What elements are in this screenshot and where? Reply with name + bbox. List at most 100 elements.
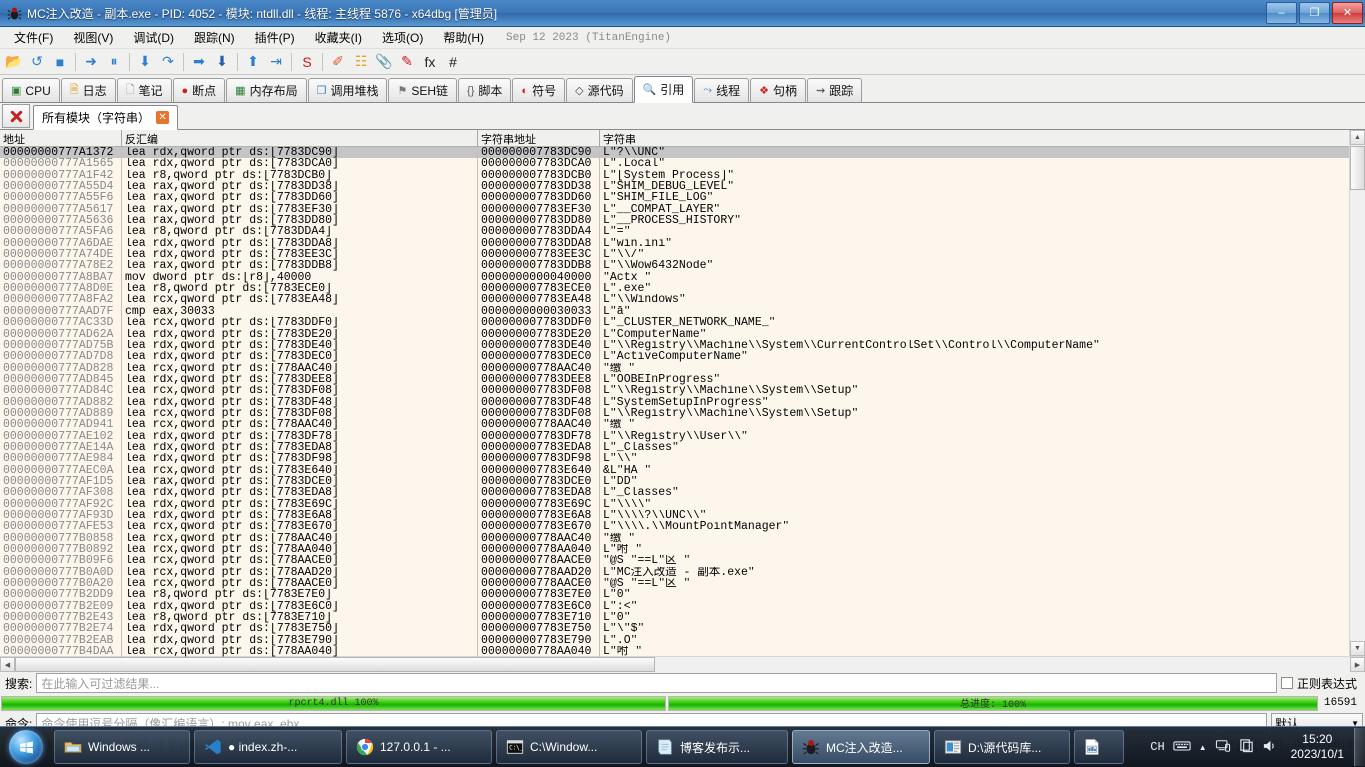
menu-options[interactable]: 选项(O) [372,27,433,48]
tab-source[interactable]: ◇源代码 [566,78,632,102]
step-over-icon[interactable]: ↷ [157,51,179,72]
close-icon[interactable]: ✕ [156,111,169,124]
show-hidden-icons-icon[interactable]: ▲ [1199,743,1207,752]
close-all-tabs-button[interactable] [2,104,30,128]
table-row[interactable]: 00000000777B2E74lea rdx,qword ptr ds:[77… [0,623,1350,634]
table-row[interactable]: 00000000777B0892lea rcx,qword ptr ds:[77… [0,544,1350,555]
table-row[interactable]: 00000000777B2E09lea rdx,qword ptr ds:[77… [0,601,1350,612]
table-row[interactable]: 00000000777A5617lea rax,qword ptr ds:[77… [0,204,1350,215]
table-row[interactable]: 00000000777A78E2lea rax,qword ptr ds:[77… [0,260,1350,271]
table-row[interactable]: 00000000777AD845lea rdx,qword ptr ds:[77… [0,374,1350,385]
reference-tab-all-modules-strings[interactable]: 所有模块（字符串） ✕ [33,105,178,130]
table-row[interactable]: 00000000777AAD7Fcmp eax,3003300000000000… [0,306,1350,317]
tab-handles[interactable]: ❖句柄 [750,78,806,102]
table-row[interactable]: 00000000777B2DD9lea r8,qword ptr ds:[778… [0,589,1350,600]
column-header-str[interactable]: 字符串 [600,130,1350,146]
table-row[interactable]: 00000000777B2EABlea rdx,qword ptr ds:[77… [0,635,1350,646]
table-row[interactable]: 00000000777A5636lea rax,qword ptr ds:[77… [0,215,1350,226]
table-row[interactable]: 00000000777AD941lea rcx,qword ptr ds:[77… [0,419,1350,430]
table-row[interactable]: 00000000777AE102lea rdx,qword ptr ds:[77… [0,431,1350,442]
tab-notes[interactable]: 🗋笔记 [117,78,172,102]
run-to-user-icon[interactable]: ⇥ [265,51,287,72]
hash-icon[interactable]: # [442,51,464,72]
stop-icon[interactable]: ■ [49,51,71,72]
step-into-icon[interactable]: ⬇ [134,51,156,72]
taskbar-item-explorer[interactable]: Windows ... [54,730,190,764]
action-center-icon[interactable] [1239,738,1254,756]
tab-symbols[interactable]: ◐符号 [512,78,565,102]
attach-icon[interactable]: 📎 [373,51,395,72]
table-row[interactable]: 00000000777AE14Alea rdx,qword ptr ds:[77… [0,442,1350,453]
volume-icon[interactable] [1262,739,1277,756]
table-row[interactable]: 00000000777B2E43lea r8,qword ptr ds:[778… [0,612,1350,623]
table-row[interactable]: 00000000777AD62Alea rdx,qword ptr ds:[77… [0,329,1350,340]
menu-view[interactable]: 视图(V) [63,27,123,48]
fx-icon[interactable]: fx [419,51,441,72]
notes-icon[interactable]: ☷ [350,51,372,72]
table-row[interactable]: 00000000777A55D4lea rax,qword ptr ds:[77… [0,181,1350,192]
table-row[interactable]: 00000000777AD882lea rdx,qword ptr ds:[77… [0,397,1350,408]
horizontal-scrollbar[interactable]: ◀ ▶ [0,656,1365,672]
column-header-saddr[interactable]: 字符串地址 [478,130,600,146]
execute-till-return-icon[interactable]: ⬆ [242,51,264,72]
table-row[interactable]: 00000000777AD889lea rcx,qword ptr ds:[77… [0,408,1350,419]
table-row[interactable]: 00000000777AF93Dlea rdx,qword ptr ds:[77… [0,510,1350,521]
network-icon[interactable] [1215,739,1231,756]
tab-script[interactable]: {}脚本 [458,78,511,102]
scroll-right-icon[interactable]: ▶ [1350,657,1365,672]
table-row[interactable]: 00000000777AD7D8lea rdx,qword ptr ds:[77… [0,351,1350,362]
menu-file[interactable]: 文件(F) [4,27,63,48]
tab-references[interactable]: 🔍引用 [634,76,694,103]
taskbar-item-explorer2[interactable]: D:\源代码库... [934,730,1070,764]
table-row[interactable]: 00000000777B0A0Dlea rcx,qword ptr ds:[77… [0,567,1350,578]
tab-memory-map[interactable]: ▦内存布局 [226,78,306,102]
run-icon[interactable]: ➜ [80,51,102,72]
scroll-left-icon[interactable]: ◀ [0,657,15,672]
minimize-button[interactable]: – [1266,2,1297,24]
run-to-icon[interactable]: ⬇ [211,51,233,72]
tab-breakpoints[interactable]: ●断点 [173,78,226,102]
table-row[interactable]: 00000000777A74DElea rdx,qword ptr ds:[77… [0,249,1350,260]
table-row[interactable]: 00000000777A6DAElea rdx,qword ptr ds:[77… [0,238,1350,249]
restart-icon[interactable]: ↺ [26,51,48,72]
scylla-icon[interactable]: S [296,51,318,72]
start-button[interactable] [0,728,52,766]
table-row[interactable]: 00000000777AC33Dlea rcx,qword ptr ds:[77… [0,317,1350,328]
taskbar-item-chrome[interactable]: 127.0.0.1 - ... [346,730,492,764]
table-row[interactable]: 00000000777B0858lea rcx,qword ptr ds:[77… [0,533,1350,544]
tab-trace[interactable]: ⇝跟踪 [807,78,862,102]
regex-checkbox-group[interactable]: 正则表达式 [1281,675,1363,692]
table-row[interactable]: 00000000777A8BA7mov dword ptr ds:[r8],40… [0,272,1350,283]
keyboard-icon[interactable] [1173,739,1191,755]
tab-seh[interactable]: ⚑SEH链 [388,78,457,102]
taskbar-item-vscode[interactable]: ● index.zh-... [194,730,342,764]
column-header-dis[interactable]: 反汇编 [122,130,478,146]
clock[interactable]: 15:20 2023/10/1 [1285,732,1350,762]
tab-call-stack[interactable]: ❐调用堆栈 [308,78,388,102]
taskbar-item-cmd[interactable]: C:\_C:\Window... [496,730,642,764]
table-row[interactable]: 00000000777AEC0Alea rcx,qword ptr ds:[77… [0,465,1350,476]
taskbar-item-notepad[interactable]: 博客发布示... [646,730,788,764]
pencil-icon[interactable]: ✎ [396,51,418,72]
table-row[interactable]: 00000000777A1565lea rdx,qword ptr ds:[77… [0,158,1350,169]
search-input[interactable]: 在此输入可过滤结果... [36,673,1277,693]
table-row[interactable]: 00000000777B4DAAlea rcx,qword ptr ds:[77… [0,646,1350,657]
ime-indicator[interactable]: CH [1150,740,1164,754]
menu-help[interactable]: 帮助(H) [433,27,494,48]
table-row[interactable]: 00000000777A55F6lea rax,qword ptr ds:[77… [0,192,1350,203]
table-row[interactable]: 00000000777AFE53lea rcx,qword ptr ds:[77… [0,521,1350,532]
table-row[interactable]: 00000000777AF1D5lea rax,qword ptr ds:[77… [0,476,1350,487]
scroll-down-icon[interactable]: ▼ [1350,641,1365,656]
show-desktop-button[interactable] [1354,728,1365,766]
vertical-scrollbar[interactable]: ▲ ▼ [1349,130,1365,656]
menu-debug[interactable]: 调试(D) [123,27,184,48]
menu-plugins[interactable]: 插件(P) [245,27,305,48]
table-row[interactable]: 00000000777AD75Blea rdx,qword ptr ds:[77… [0,340,1350,351]
taskbar-item-document[interactable] [1074,730,1124,764]
tab-log[interactable]: 🗎日志 [61,78,116,102]
table-row[interactable]: 00000000777B09F6lea rcx,qword ptr ds:[77… [0,555,1350,566]
horizontal-scroll-track[interactable] [15,657,1350,672]
table-row[interactable]: 00000000777AD84Clea rcx,qword ptr ds:[77… [0,385,1350,396]
tab-threads[interactable]: ⤳线程 [694,78,749,102]
taskbar-item-x64dbg[interactable]: MC注入改造... [792,730,930,764]
